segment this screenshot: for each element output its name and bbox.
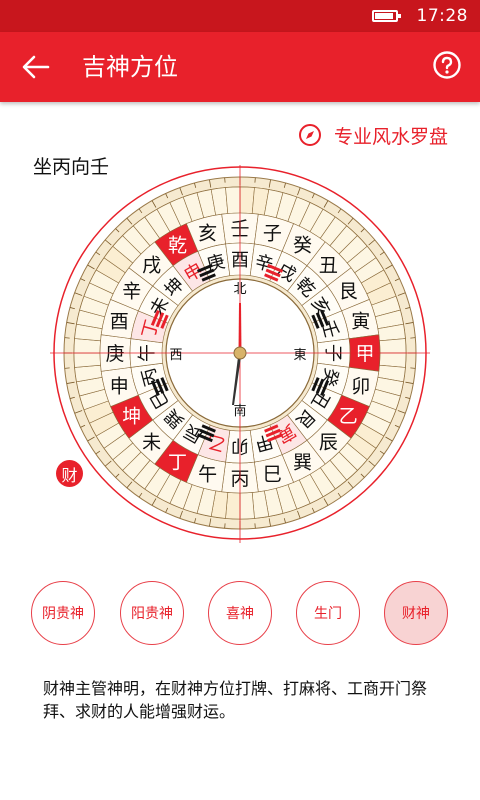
direction-south: 南 (233, 403, 246, 419)
direction-north: 北 (233, 282, 246, 297)
luopan-compass: 乾亥壬子癸丑艮寅甲卯乙辰巽巳丙午丁未坤申庚酉辛戌子癸丑艮寅甲卯乙辰巽巳丙午丁未坤… (50, 163, 430, 543)
direction-east: 東 (293, 347, 306, 363)
outer-mountain-label: 坤 (122, 406, 141, 428)
small-cell (225, 186, 241, 214)
outer-mountain-label: 癸 (293, 235, 312, 257)
outer-mountain-label: 卯 (351, 375, 370, 397)
pro-compass-label: 专业风水罗盘 (333, 125, 448, 148)
battery-icon (372, 10, 401, 22)
small-cell (379, 338, 407, 354)
tab-label: 喜神 (226, 606, 254, 622)
outer-mountain-label: 乙 (339, 406, 358, 428)
god-tabs: 阴贵神 阳贵神 喜神 生门 财神 (0, 581, 480, 645)
tab-cai-shen[interactable]: 财神 (384, 581, 448, 645)
outer-mountain-label: 辛 (122, 281, 141, 303)
outer-mountain-label: 亥 (198, 222, 217, 244)
description-text: 财神主管神明，在财神方位打牌、打麻将、工商开门祭拜、求财的人能增强财运。 (43, 679, 428, 721)
tab-label: 阳贵神 (131, 606, 173, 622)
tab-label: 生门 (314, 606, 342, 622)
status-bar: 17:28 (0, 0, 480, 32)
outer-mountain-label: 戌 (142, 255, 161, 277)
outer-mountain-label: 庚 (105, 343, 124, 365)
tab-label: 财神 (402, 606, 430, 622)
outer-mountain-label: 甲 (355, 343, 374, 365)
outer-mountain-label: 巳 (263, 464, 282, 486)
tab-label: 阴贵神 (42, 606, 84, 622)
small-cell (239, 492, 255, 520)
outer-mountain-label: 艮 (339, 281, 358, 303)
app-bar: 吉神方位 (0, 32, 480, 102)
outer-mountain-label: 辰 (319, 431, 338, 453)
outer-mountain-label: 未 (142, 431, 161, 453)
small-cell (73, 352, 101, 368)
needle-pivot (233, 346, 247, 360)
outer-mountain-label: 申 (110, 375, 129, 397)
outer-mountain-label: 巽 (293, 451, 312, 473)
tab-yin-gui-shen[interactable]: 阴贵神 (31, 581, 95, 645)
tab-sheng-men[interactable]: 生门 (296, 581, 360, 645)
outer-mountain-label: 丑 (319, 255, 338, 277)
outer-mountain-label: 子 (263, 222, 282, 244)
compass: 乾亥壬子癸丑艮寅甲卯乙辰巽巳丙午丁未坤申庚酉辛戌子癸丑艮寅甲卯乙辰巽巳丙午丁未坤… (30, 163, 450, 550)
direction-west: 西 (169, 348, 182, 363)
compass-icon (298, 124, 321, 146)
needle-north (238, 303, 242, 353)
cai-badge: 财 (56, 460, 83, 487)
help-icon[interactable] (432, 50, 462, 80)
status-time: 17:28 (416, 6, 468, 26)
pro-compass-link[interactable]: 专业风水罗盘 (298, 120, 448, 150)
back-arrow-icon[interactable] (18, 49, 54, 85)
page-title: 吉神方位 (82, 53, 178, 81)
outer-mountain-label: 酉 (110, 311, 129, 333)
outer-mountain-label: 丁 (168, 451, 187, 473)
tab-xi-shen[interactable]: 喜神 (208, 581, 272, 645)
outer-mountain-label: 午 (198, 464, 217, 486)
outer-mountain-label: 寅 (351, 311, 370, 333)
outer-mountain-label: 乾 (168, 235, 187, 257)
tab-yang-gui-shen[interactable]: 阳贵神 (120, 581, 184, 645)
